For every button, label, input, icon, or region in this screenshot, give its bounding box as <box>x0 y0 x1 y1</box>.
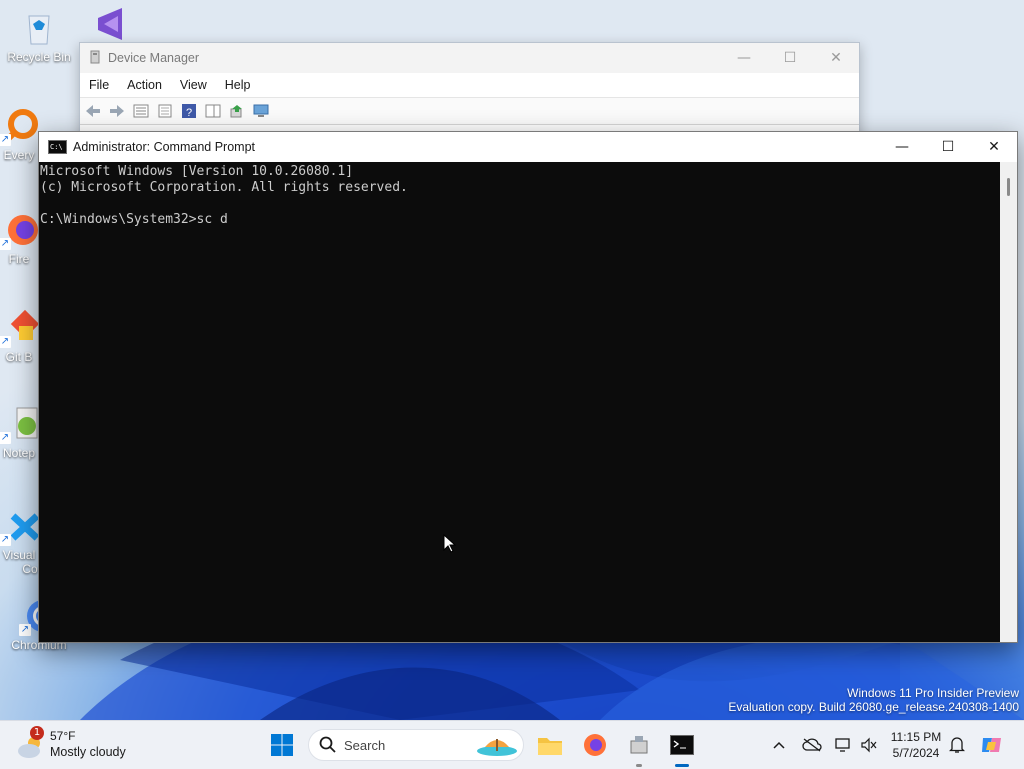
taskbar-command-prompt[interactable] <box>666 729 698 761</box>
notepad-plus-plus-icon: ↗ <box>0 404 39 444</box>
taskbar-firefox[interactable] <box>579 729 611 761</box>
recycle-bin-icon <box>19 8 59 48</box>
desktop-icon-label: Notep <box>2 446 36 460</box>
weather-description: Mostly cloudy <box>50 745 126 759</box>
device-manager-titlebar[interactable]: Device Manager — ☐ ✕ <box>80 43 859 73</box>
console-line: (c) Microsoft Corporation. All rights re… <box>40 180 408 195</box>
firefox-icon <box>584 734 606 756</box>
minimize-button[interactable]: — <box>721 43 767 73</box>
window-title: Device Manager <box>108 51 200 65</box>
git-bash-icon: ↗ <box>0 308 40 348</box>
running-indicator <box>636 764 642 767</box>
shortcut-arrow-icon: ↗ <box>0 534 11 546</box>
menu-bar: File Action View Help <box>80 73 859 97</box>
desktop-icon-visual-studio[interactable] <box>80 4 140 46</box>
desktop-icon-label: Every <box>3 148 35 162</box>
bell-icon <box>949 737 965 753</box>
notifications-button[interactable] <box>946 721 968 769</box>
speaker-muted-icon <box>861 737 877 753</box>
menu-file[interactable]: File <box>80 78 118 92</box>
vscode-icon: ↗ <box>0 506 40 546</box>
back-arrow-icon[interactable] <box>83 102 103 120</box>
device-manager-icon <box>630 736 648 754</box>
desktop-icon-label: Recycle Bin <box>7 50 71 64</box>
watermark-build: Evaluation copy. Build 26080.ge_release.… <box>728 700 1019 714</box>
weather-temperature: 57°F <box>50 729 76 743</box>
shortcut-arrow-icon: ↗ <box>0 432 11 444</box>
search-label: Search <box>344 738 386 753</box>
maximize-button[interactable]: ☐ <box>767 43 813 73</box>
taskbar: 1 57°F Mostly cloudy Search 11:15 PM 5/7… <box>0 720 1024 769</box>
clock-date: 5/7/2024 <box>892 746 940 760</box>
mouse-pointer-icon <box>443 533 457 557</box>
console-line: Microsoft Windows [Version 10.0.26080.1] <box>40 164 354 179</box>
windows-logo-icon <box>271 734 293 756</box>
active-window-indicator <box>675 764 689 767</box>
taskbar-device-manager[interactable] <box>623 729 655 761</box>
taskbar-clock[interactable]: 11:15 PM 5/7/2024 <box>880 729 952 761</box>
close-button[interactable]: ✕ <box>813 43 859 73</box>
desktop-icon-label: Visual <box>2 548 36 562</box>
device-manager-window[interactable]: Device Manager — ☐ ✕ File Action View He… <box>79 42 860 144</box>
command-prompt-window[interactable]: C:\ Administrator: Command Prompt — ☐ ✕ … <box>38 131 1018 643</box>
desktop-icon-label: Git B <box>5 350 33 364</box>
scrollbar-thumb[interactable] <box>1007 178 1010 196</box>
weather-widget[interactable]: 1 57°F Mostly cloudy <box>16 726 146 763</box>
desktop-icon-recycle-bin[interactable]: Recycle Bin <box>2 8 76 64</box>
svg-text:?: ? <box>186 107 192 119</box>
cloud-offline-icon <box>802 738 822 752</box>
taskbar-file-explorer[interactable] <box>534 729 566 761</box>
console-output[interactable]: Microsoft Windows [Version 10.0.26080.1]… <box>39 162 1000 644</box>
watermark-edition: Windows 11 Pro Insider Preview <box>847 686 1019 700</box>
visual-studio-icon <box>90 4 130 44</box>
command-prompt-icon: C:\ <box>48 140 67 154</box>
menu-view[interactable]: View <box>171 78 216 92</box>
desktop-icon-label: Fire <box>8 252 30 266</box>
console-prompt-line[interactable]: C:\Windows\System32>sc d <box>40 212 1000 228</box>
window-title: Administrator: Command Prompt <box>73 140 256 154</box>
device-manager-icon <box>89 50 103 67</box>
terminal-icon <box>670 735 694 755</box>
copilot-button[interactable] <box>978 721 1006 769</box>
shortcut-arrow-icon: ↗ <box>0 238 11 250</box>
maximize-button[interactable]: ☐ <box>925 132 971 162</box>
command-prompt-titlebar[interactable]: C:\ Administrator: Command Prompt — ☐ ✕ <box>39 132 1017 162</box>
close-button[interactable]: ✕ <box>971 132 1017 162</box>
network-icon <box>835 738 850 752</box>
chevron-up-icon <box>773 741 785 749</box>
shortcut-arrow-icon: ↗ <box>19 624 31 636</box>
tray-volume[interactable] <box>858 721 880 769</box>
tray-onedrive[interactable] <box>800 721 824 769</box>
tray-network[interactable] <box>832 721 854 769</box>
scan-hardware-icon[interactable] <box>251 102 271 120</box>
shortcut-arrow-icon: ↗ <box>0 134 11 146</box>
taskbar-search-box[interactable]: Search <box>308 729 524 761</box>
properties-icon[interactable] <box>155 102 175 120</box>
forward-arrow-icon[interactable] <box>107 102 127 120</box>
clock-time: 11:15 PM <box>890 730 942 744</box>
desktop-icon-label: Co <box>22 562 38 576</box>
shortcut-arrow-icon: ↗ <box>0 336 11 348</box>
toolbar: ? <box>80 97 859 125</box>
action-pane-icon[interactable] <box>203 102 223 120</box>
menu-action[interactable]: Action <box>118 78 171 92</box>
show-hidden-icons-button[interactable] <box>768 721 790 769</box>
menu-help[interactable]: Help <box>216 78 260 92</box>
folder-icon <box>538 738 562 755</box>
console-tree-icon[interactable] <box>131 102 151 120</box>
everything-search-icon: ↗ <box>0 106 39 146</box>
minimize-button[interactable]: — <box>879 132 925 162</box>
start-button[interactable] <box>266 729 298 761</box>
desktop-watermark: Windows 11 Pro Insider Preview Evaluatio… <box>728 686 1019 714</box>
notification-badge: 1 <box>30 726 44 740</box>
help-icon[interactable]: ? <box>179 102 199 120</box>
update-driver-icon[interactable] <box>227 102 247 120</box>
search-icon <box>319 736 336 753</box>
vertical-scrollbar[interactable] <box>1000 162 1017 642</box>
firefox-icon: ↗ <box>0 210 39 250</box>
copilot-icon <box>982 738 1001 752</box>
search-highlight-illustration-icon <box>477 739 517 756</box>
